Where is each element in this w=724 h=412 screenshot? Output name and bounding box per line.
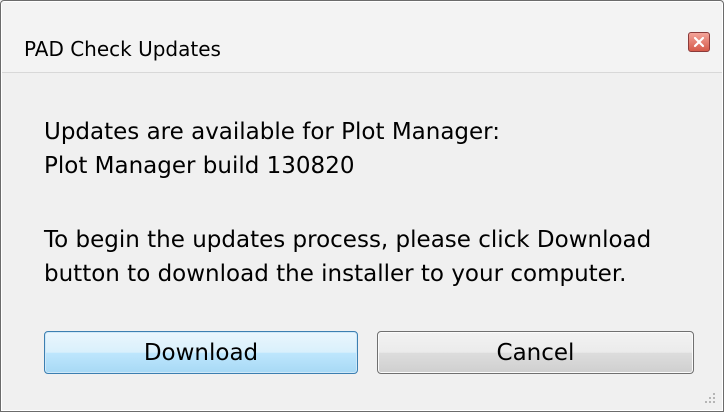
- download-button[interactable]: Download: [44, 331, 358, 374]
- resize-grip-icon[interactable]: [704, 392, 716, 404]
- message-line-2: Plot Manager build 130820: [44, 153, 355, 179]
- message-line-4: button to download the installer to your…: [44, 261, 627, 287]
- update-available-message: Updates are available for Plot Manager: …: [44, 115, 500, 183]
- dialog-frame: PAD Check Updates Updates are available …: [0, 0, 724, 412]
- close-icon: [693, 36, 705, 48]
- title-bar[interactable]: PAD Check Updates: [2, 2, 722, 73]
- update-dialog: PAD Check Updates Updates are available …: [0, 0, 724, 412]
- dialog-content: Updates are available for Plot Manager: …: [2, 73, 722, 410]
- window-title: PAD Check Updates: [24, 37, 221, 61]
- message-line-3: To begin the updates process, please cli…: [44, 227, 652, 253]
- close-button[interactable]: [688, 32, 710, 52]
- cancel-button[interactable]: Cancel: [377, 331, 694, 374]
- message-line-1: Updates are available for Plot Manager:: [44, 119, 500, 145]
- instruction-message: To begin the updates process, please cli…: [44, 223, 651, 291]
